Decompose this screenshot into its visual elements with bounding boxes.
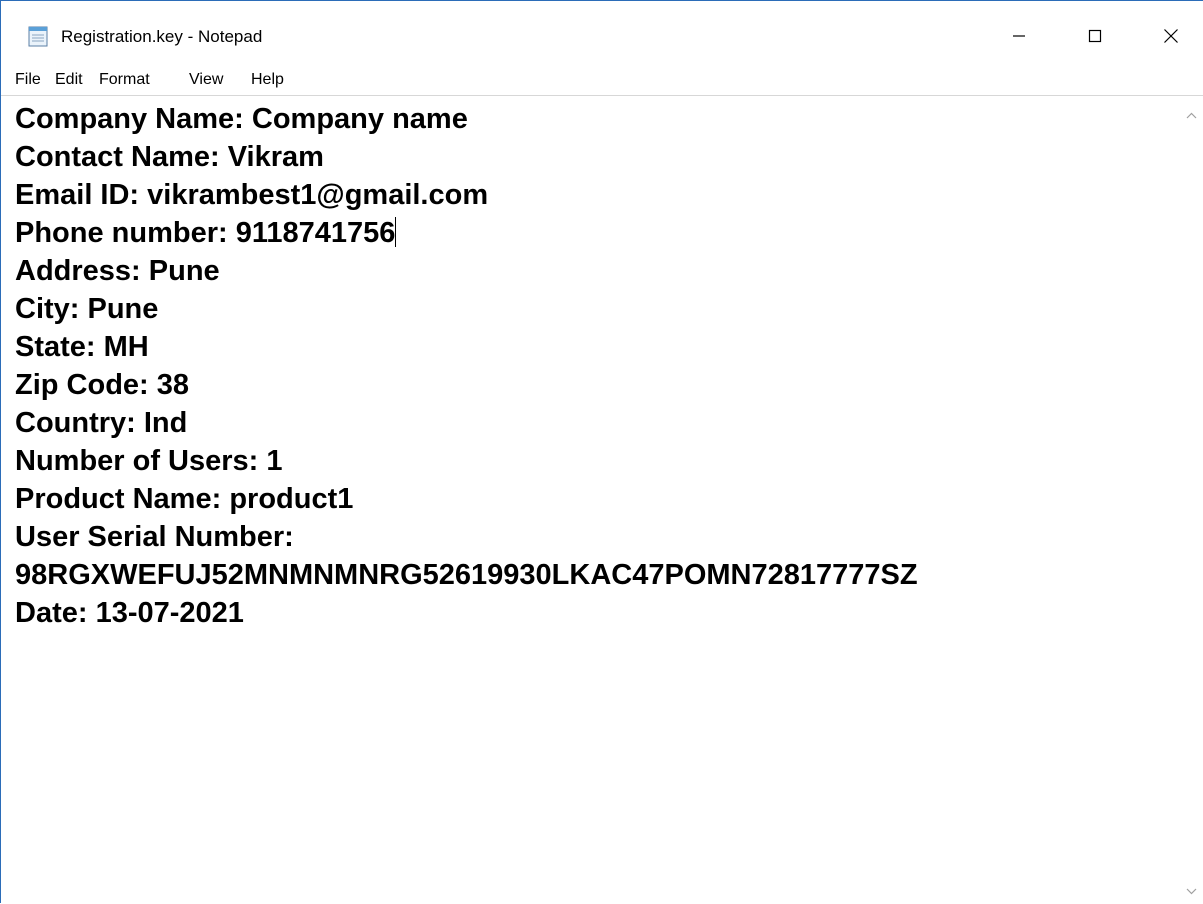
text-line: Contact Name: Vikram bbox=[15, 141, 324, 173]
text-line: Address: Pune bbox=[15, 255, 220, 287]
maximize-button[interactable] bbox=[1065, 13, 1125, 59]
window-title: Registration.key - Notepad bbox=[61, 27, 263, 46]
text-line: Date: 13-07-2021 bbox=[15, 597, 244, 629]
text-line: State: MH bbox=[15, 331, 149, 363]
menu-bar: File Edit Format View Help bbox=[1, 65, 1203, 95]
menu-format[interactable]: Format bbox=[99, 69, 150, 91]
minimize-icon bbox=[1013, 35, 1025, 37]
text-line: Country: Ind bbox=[15, 407, 188, 439]
notepad-window: Registration.key - Notepad File Edit For… bbox=[0, 0, 1203, 904]
menu-view[interactable]: View bbox=[189, 69, 223, 91]
close-icon bbox=[1164, 29, 1178, 43]
text-line: Email ID: vikrambest1@gmail.com bbox=[15, 179, 489, 211]
text-line: Product Name: product1 bbox=[15, 483, 354, 515]
menu-help[interactable]: Help bbox=[251, 69, 284, 91]
menu-file[interactable]: File bbox=[15, 69, 41, 91]
text-line: User Serial Number: bbox=[15, 521, 294, 553]
chevron-up-icon[interactable] bbox=[1186, 106, 1197, 124]
vertical-scrollbar[interactable] bbox=[1181, 95, 1203, 904]
text-line: Zip Code: 38 bbox=[15, 369, 190, 401]
text-line: City: Pune bbox=[15, 293, 159, 325]
text-line: Number of Users: 1 bbox=[15, 445, 283, 477]
text-line: Company Name: Company name bbox=[15, 103, 468, 135]
text-caret bbox=[395, 217, 397, 247]
notepad-icon bbox=[27, 25, 49, 47]
maximize-icon bbox=[1088, 29, 1102, 43]
text-editor[interactable]: Company Name: Company name Contact Name:… bbox=[1, 95, 1181, 904]
close-button[interactable] bbox=[1141, 13, 1201, 59]
text-line: 98RGXWEFUJ52MNMNMNRG52619930LKAC47POMN72… bbox=[15, 559, 918, 591]
title-bar[interactable]: Registration.key - Notepad bbox=[1, 1, 1203, 65]
menu-edit[interactable]: Edit bbox=[55, 69, 83, 91]
minimize-button[interactable] bbox=[989, 13, 1049, 59]
text-area[interactable]: Company Name: Company name Contact Name:… bbox=[15, 100, 1175, 900]
chevron-down-icon[interactable] bbox=[1186, 882, 1197, 900]
text-line: Phone number: 9118741756 bbox=[15, 217, 397, 249]
